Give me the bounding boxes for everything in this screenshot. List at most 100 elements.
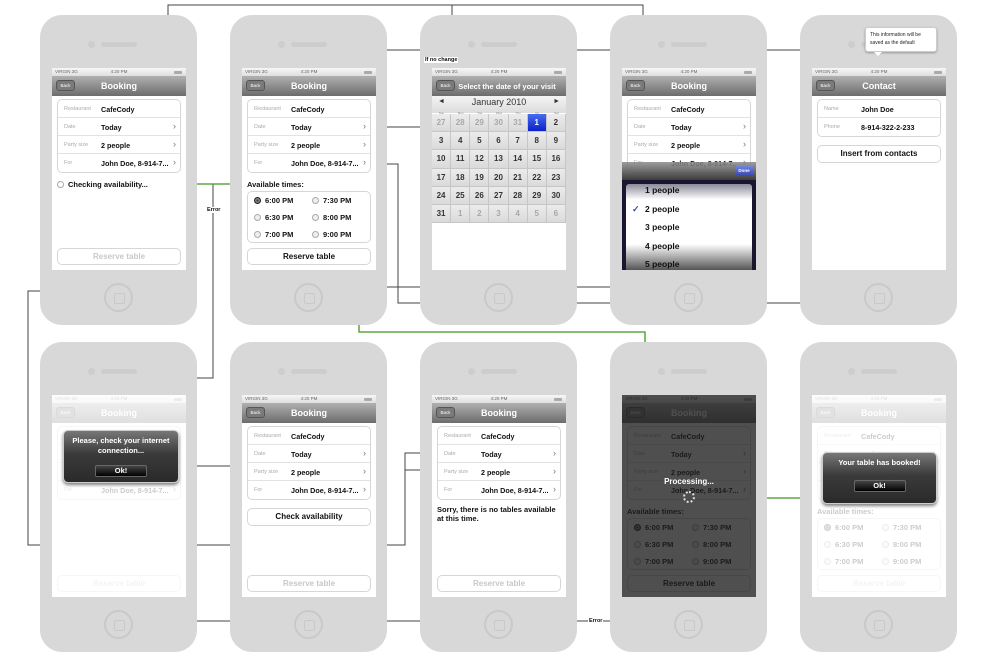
calendar-day[interactable]: 6 [546,205,566,224]
time-option[interactable]: 7:30 PM [312,196,351,205]
home-button[interactable] [104,283,133,312]
home-button[interactable] [674,283,703,312]
back-button[interactable]: Back [626,80,645,91]
home-button[interactable] [484,283,513,312]
calendar-day[interactable]: 11 [451,150,471,169]
calendar-day[interactable]: 14 [508,150,528,169]
radio-button[interactable] [254,214,261,221]
calendar-day[interactable]: 2 [470,205,490,224]
calendar-day[interactable]: 6 [489,132,509,151]
calendar-day[interactable]: 23 [546,168,566,187]
back-button[interactable]: Back [816,80,835,91]
calendar-day[interactable]: 12 [470,150,490,169]
ok-button[interactable]: Ok! [95,465,147,477]
picker-option[interactable]: 1 people [645,185,679,195]
calendar-day[interactable]: 26 [470,186,490,205]
calendar-day[interactable]: 1 [527,114,547,133]
calendar-day[interactable]: 30 [489,114,509,133]
form-row-date[interactable]: Date Today › [248,445,370,463]
calendar-day[interactable]: 4 [508,205,528,224]
form-row-date[interactable]: Date Today › [248,118,370,136]
radio-button[interactable] [312,214,319,221]
calendar-day[interactable]: 5 [470,132,490,151]
form-row-party-size[interactable]: Party size 2 people › [628,136,750,154]
calendar-day[interactable]: 15 [527,150,547,169]
time-option[interactable]: 8:00 PM [312,213,351,222]
time-option[interactable]: 6:00 PM [254,196,293,205]
picker-option[interactable]: 4 people [645,241,679,251]
calendar-day[interactable]: 22 [527,168,547,187]
calendar-day[interactable]: 9 [546,132,566,151]
calendar-day[interactable]: 27 [489,186,509,205]
back-button[interactable]: Back [436,80,455,91]
speaker-icon [101,42,137,47]
home-button[interactable] [294,283,323,312]
calendar-day[interactable]: 18 [451,168,471,187]
form-row-for[interactable]: For John Doe, 8-914-7... › [58,154,180,172]
form-row-date[interactable]: Date Today › [628,118,750,136]
calendar-day[interactable]: 29 [470,114,490,133]
form-row-for[interactable]: For John Doe, 8-914-7... › [248,154,370,172]
picker-option[interactable]: 2 people [645,204,679,214]
calendar-day[interactable]: 27 [432,114,452,133]
done-button[interactable]: Done [735,165,753,176]
time-option[interactable]: 6:30 PM [254,213,293,222]
calendar-day[interactable]: 7 [508,132,528,151]
radio-button[interactable] [254,197,261,204]
calendar-day[interactable]: 29 [527,186,547,205]
calendar-day[interactable]: 1 [451,205,471,224]
calendar-day[interactable]: 30 [546,186,566,205]
calendar-day[interactable]: 31 [508,114,528,133]
calendar-day[interactable]: 21 [508,168,528,187]
home-button[interactable] [294,610,323,639]
calendar-day[interactable]: 10 [432,150,452,169]
home-button[interactable] [864,283,893,312]
form-row-for[interactable]: For John Doe, 8-914-7... › [248,481,370,499]
form-row-party-size[interactable]: Party size 2 people › [248,136,370,154]
picker-option[interactable]: 5 people [645,259,679,269]
party-size-picker[interactable]: 1 people 2 people ✓ 3 people 4 people 5 peopl… [622,180,756,270]
home-button[interactable] [484,610,513,639]
calendar-day[interactable]: 24 [432,186,452,205]
back-button[interactable]: Back [246,80,265,91]
back-button[interactable]: Back [436,407,455,418]
calendar-day[interactable]: 5 [527,205,547,224]
form-row-party-size[interactable]: Party size 2 people › [58,136,180,154]
calendar-day[interactable]: 25 [451,186,471,205]
time-option[interactable]: 7:00 PM [254,230,293,239]
form-row-party-size[interactable]: Party size 2 people › [438,463,560,481]
radio-button[interactable] [312,197,319,204]
calendar-day[interactable]: 20 [489,168,509,187]
picker-option[interactable]: 3 people [645,222,679,232]
calendar-day[interactable]: 8 [527,132,547,151]
calendar-day[interactable]: 16 [546,150,566,169]
check-availability-button[interactable]: Check availability [247,508,371,526]
time-option[interactable]: 9:00 PM [312,230,351,239]
radio-button[interactable] [312,231,319,238]
calendar-day[interactable]: 28 [451,114,471,133]
radio-button[interactable] [254,231,261,238]
calendar-day[interactable]: 3 [432,132,452,151]
home-button[interactable] [864,610,893,639]
reserve-table-button[interactable]: Reserve table [247,248,371,265]
calendar-day[interactable]: 2 [546,114,566,133]
row-label: For [254,160,263,166]
nav-title: Booking [671,81,707,91]
calendar-day[interactable]: 19 [470,168,490,187]
form-row-for[interactable]: For John Doe, 8-914-7... › [438,481,560,499]
calendar-day[interactable]: 3 [489,205,509,224]
back-button[interactable]: Back [246,407,265,418]
calendar-day[interactable]: 13 [489,150,509,169]
back-button[interactable]: Back [56,80,75,91]
ok-button[interactable]: Ok! [853,480,906,492]
insert-from-contacts-button[interactable]: Insert from contacts [817,145,941,163]
calendar-day[interactable]: 17 [432,168,452,187]
form-row-date[interactable]: Date Today › [438,445,560,463]
form-row-party-size[interactable]: Party size 2 people › [248,463,370,481]
home-button[interactable] [104,610,133,639]
calendar-day[interactable]: 4 [451,132,471,151]
calendar-day[interactable]: 28 [508,186,528,205]
calendar-day[interactable]: 31 [432,205,452,224]
form-row-date[interactable]: Date Today › [58,118,180,136]
home-button[interactable] [674,610,703,639]
